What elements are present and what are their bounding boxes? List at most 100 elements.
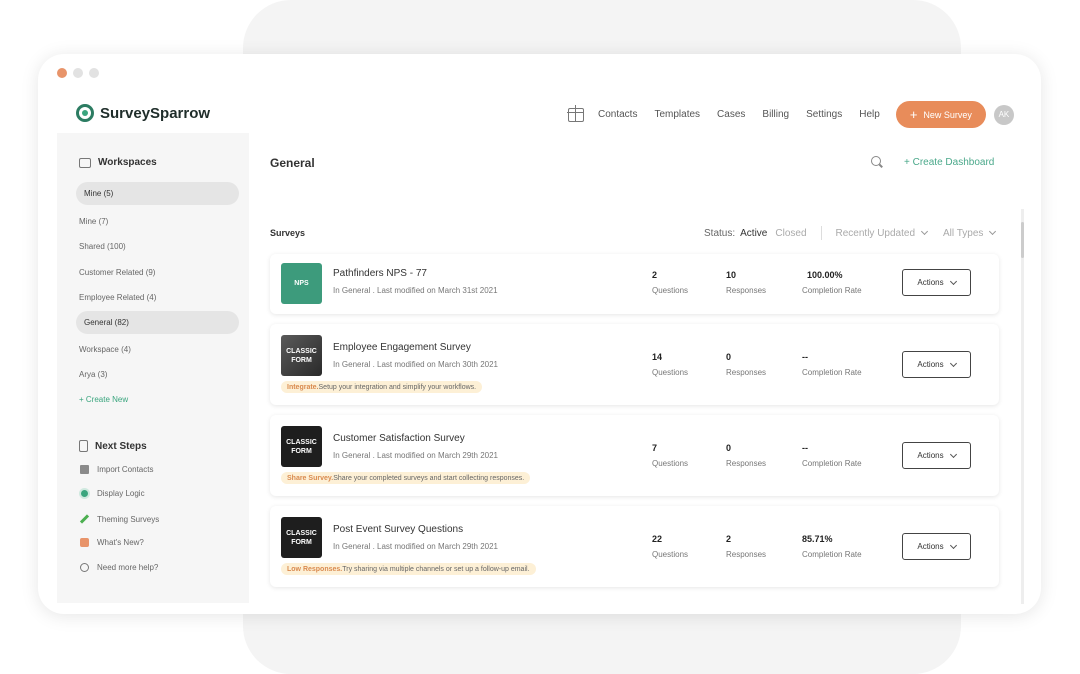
survey-card[interactable]: CLASSIC FORM Employee Engagement Survey … — [270, 324, 999, 405]
responses-label: Responses — [726, 550, 767, 559]
chevron-down-icon — [989, 227, 997, 236]
responses-label: Responses — [726, 459, 767, 468]
next-step-import-contacts[interactable]: Import Contacts — [80, 465, 153, 474]
responses-count: 0 — [726, 352, 732, 362]
survey-subtitle: In General . Last modified on March 29th… — [333, 542, 498, 551]
scrollbar-track[interactable] — [1021, 209, 1024, 604]
create-dashboard-button[interactable]: + Create Dashboard — [904, 157, 994, 168]
tip-text: Try sharing via multiple channels or set… — [342, 565, 530, 573]
sidebar-item-employee-related[interactable]: Employee Related (4) — [79, 293, 156, 302]
chevron-down-icon — [949, 359, 957, 367]
gift-icon[interactable] — [567, 104, 584, 122]
completion-label: Completion Rate — [802, 286, 862, 295]
survey-thumbnail: CLASSIC FORM — [281, 517, 322, 558]
questions-count: 22 — [652, 534, 663, 544]
nav-contacts[interactable]: Contacts — [598, 109, 637, 120]
brush-icon — [79, 514, 90, 524]
sidebar-item-mine-7[interactable]: Mine (7) — [79, 217, 108, 226]
create-dashboard-label: Create Dashboard — [912, 157, 995, 168]
survey-card[interactable]: CLASSIC FORM Post Event Survey Questions… — [270, 506, 999, 587]
maximize-dot[interactable] — [89, 68, 99, 78]
survey-title[interactable]: Employee Engagement Survey — [333, 342, 471, 353]
sort-dropdown[interactable]: Recently Updated — [836, 228, 929, 239]
actions-button[interactable]: Actions — [902, 442, 971, 469]
plus-icon: + — [904, 157, 913, 168]
chevron-down-icon — [949, 541, 957, 549]
next-step-label: Import Contacts — [97, 465, 154, 474]
nav-templates[interactable]: Templates — [654, 109, 700, 120]
create-new-label: Create New — [85, 395, 129, 404]
completion-rate: 85.71% — [802, 534, 833, 544]
actions-button[interactable]: Actions — [902, 351, 971, 378]
share-survey-tip[interactable]: Share Survey. Share your completed surve… — [281, 472, 531, 484]
chevron-down-icon — [949, 450, 957, 458]
next-steps-heading: Next Steps — [79, 440, 147, 452]
responses-count: 2 — [726, 534, 732, 544]
nav-billing[interactable]: Billing — [762, 109, 789, 120]
tip-text: Setup your integration and simplify your… — [318, 383, 477, 391]
sparrow-logo-icon — [76, 104, 94, 122]
survey-title[interactable]: Pathfinders NPS - 77 — [333, 268, 427, 279]
close-dot[interactable] — [57, 68, 67, 78]
tip-text: Share your completed surveys and start c… — [333, 474, 525, 482]
avatar[interactable]: AK — [993, 104, 1014, 125]
nav-settings[interactable]: Settings — [806, 109, 842, 120]
survey-filters: Status: Active Closed Recently Updated A… — [704, 226, 997, 240]
completion-label: Completion Rate — [802, 550, 862, 559]
sidebar-item-shared[interactable]: Shared (100) — [79, 242, 126, 251]
app-name: SurveySparrow — [100, 104, 211, 122]
actions-label: Actions — [917, 451, 944, 460]
next-step-whats-new[interactable]: What's New? — [80, 538, 144, 547]
next-step-display-logic[interactable]: Display Logic — [80, 489, 145, 498]
surveys-label: Surveys — [270, 228, 306, 238]
plus-icon: + — [79, 395, 86, 404]
survey-subtitle: In General . Last modified on March 31st… — [333, 286, 498, 295]
page-title: General — [270, 156, 315, 170]
survey-title[interactable]: Customer Satisfaction Survey — [333, 433, 465, 444]
app-logo[interactable]: SurveySparrow — [76, 104, 210, 122]
completion-rate: 100.00% — [807, 270, 843, 280]
questions-label: Questions — [652, 459, 689, 468]
responses-count: 10 — [726, 270, 737, 280]
survey-card[interactable]: CLASSIC FORM Customer Satisfaction Surve… — [270, 415, 999, 496]
search-icon[interactable] — [871, 156, 881, 166]
next-step-label: What's New? — [97, 538, 144, 547]
status-active-filter[interactable]: Active — [740, 228, 767, 239]
next-step-theming-surveys[interactable]: Theming Surveys — [79, 514, 159, 524]
scrollbar-thumb[interactable] — [1021, 222, 1024, 258]
sidebar-item-arya[interactable]: Arya (3) — [79, 370, 107, 379]
next-step-need-help[interactable]: Need more help? — [80, 563, 158, 572]
nav-help[interactable]: Help — [859, 109, 880, 120]
create-new-workspace[interactable]: + Create New — [79, 395, 128, 404]
checklist-icon — [79, 440, 88, 452]
chevron-down-icon — [949, 277, 957, 285]
integrate-tip[interactable]: Integrate. Setup your integration and si… — [281, 381, 483, 393]
completion-label: Completion Rate — [802, 459, 862, 468]
tip-title: Low Responses. — [287, 565, 343, 573]
responses-count: 0 — [726, 443, 732, 453]
actions-button[interactable]: Actions — [902, 533, 971, 560]
sidebar-item-mine-5[interactable]: Mine (5) — [76, 182, 239, 205]
low-responses-tip[interactable]: Low Responses. Try sharing via multiple … — [281, 563, 536, 575]
sidebar-item-general[interactable]: General (82) — [76, 311, 239, 334]
status-closed-filter[interactable]: Closed — [775, 228, 806, 239]
tip-title: Share Survey. — [287, 474, 334, 482]
logic-icon — [81, 490, 88, 497]
sidebar-item-workspace[interactable]: Workspace (4) — [79, 345, 131, 354]
workspace-icon — [79, 157, 91, 168]
questions-label: Questions — [652, 286, 689, 295]
sidebar-item-customer-related[interactable]: Customer Related (9) — [79, 268, 155, 277]
new-survey-button[interactable]: + New Survey — [895, 101, 986, 128]
actions-button[interactable]: Actions — [902, 269, 971, 296]
top-navigation: Contacts Templates Cases Billing Setting… — [567, 101, 1014, 128]
actions-label: Actions — [917, 542, 944, 551]
survey-subtitle: In General . Last modified on March 30th… — [333, 360, 498, 369]
nav-cases[interactable]: Cases — [717, 109, 745, 120]
survey-card[interactable]: NPS Pathfinders NPS - 77 In General . La… — [270, 254, 999, 314]
type-dropdown[interactable]: All Types — [943, 227, 997, 239]
minimize-dot[interactable] — [73, 68, 83, 78]
survey-title[interactable]: Post Event Survey Questions — [333, 524, 463, 535]
status-label: Status: — [704, 227, 736, 239]
questions-count: 14 — [652, 352, 663, 362]
survey-thumbnail: CLASSIC FORM — [281, 426, 322, 467]
